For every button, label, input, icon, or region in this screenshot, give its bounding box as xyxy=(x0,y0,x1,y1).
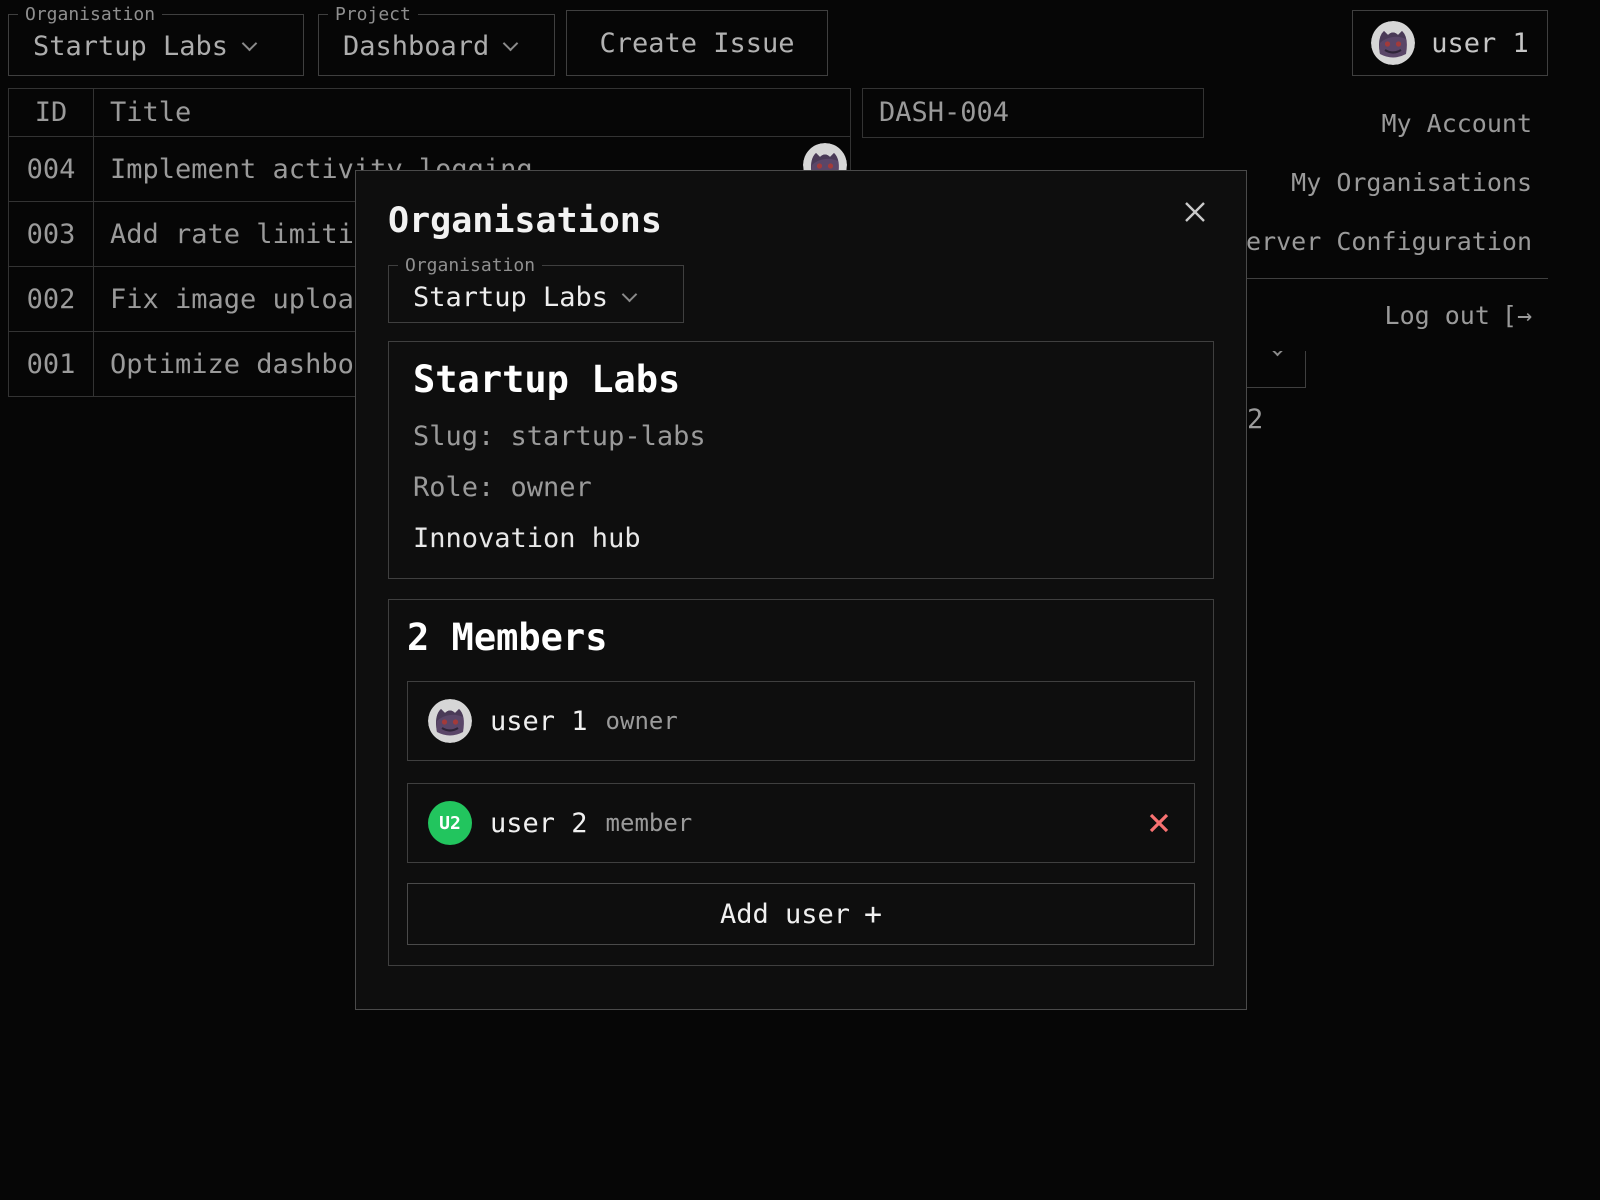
modal-org-select-label: Organisation xyxy=(398,255,542,276)
issue-id: 004 xyxy=(9,137,94,202)
remove-icon xyxy=(1144,808,1174,838)
members-heading: 2 Members xyxy=(407,616,1195,659)
organisation-slug: Slug: startup-labs xyxy=(413,421,1189,452)
project-select-label: Project xyxy=(328,4,418,25)
issue-id: 001 xyxy=(9,332,94,397)
organisation-name: Startup Labs xyxy=(413,358,1189,401)
menu-item-log-out[interactable]: Log out [→ xyxy=(1210,286,1548,345)
create-issue-button[interactable]: Create Issue xyxy=(566,10,828,76)
close-icon xyxy=(1180,197,1210,227)
chevron-down-icon xyxy=(622,287,638,303)
member-row: U2 user 2 member xyxy=(407,783,1195,863)
menu-item-my-account[interactable]: My Account xyxy=(1210,94,1548,153)
issues-header-title: Title xyxy=(94,89,851,137)
organisation-role: Role: owner xyxy=(413,472,1189,503)
plus-icon: + xyxy=(864,897,882,932)
remove-member-button[interactable] xyxy=(1144,808,1174,838)
members-section: 2 Members user 1 owner U2 user 2 member … xyxy=(388,599,1214,966)
issue-id: 002 xyxy=(9,267,94,332)
chevron-down-icon xyxy=(503,36,519,52)
modal-close-button[interactable] xyxy=(1180,197,1210,230)
member-role: member xyxy=(606,809,693,837)
project-select-value: Dashboard xyxy=(343,31,489,62)
issues-header-row: ID Title xyxy=(9,89,851,137)
member-name: user 1 xyxy=(490,706,588,737)
member-role: owner xyxy=(606,707,678,735)
user-menu-button[interactable]: user 1 xyxy=(1352,10,1548,76)
issue-id: 003 xyxy=(9,202,94,267)
user-dropdown-menu: My Account My Organisations Server Confi… xyxy=(1210,88,1548,351)
project-select[interactable]: Project Dashboard xyxy=(318,4,555,76)
org-select[interactable]: Organisation Startup Labs xyxy=(8,4,304,76)
organisations-modal: Organisations Organisation Startup Labs … xyxy=(355,170,1247,1010)
menu-item-server-configuration[interactable]: Server Configuration xyxy=(1210,212,1548,271)
issues-header-id: ID xyxy=(9,89,94,137)
issue-detail-header: DASH-004 xyxy=(862,88,1204,138)
chevron-down-icon xyxy=(242,36,258,52)
menu-item-my-organisations[interactable]: My Organisations xyxy=(1210,153,1548,212)
member-row: user 1 owner xyxy=(407,681,1195,761)
member-name: user 2 xyxy=(490,808,588,839)
modal-title: Organisations xyxy=(388,201,1214,241)
add-user-button[interactable]: Add user + xyxy=(407,883,1195,945)
organisation-card: Startup Labs Slug: startup-labs Role: ow… xyxy=(388,341,1214,579)
assignee-partial-text: 2 xyxy=(1247,404,1263,435)
user-avatar xyxy=(1371,21,1415,65)
modal-org-select[interactable]: Organisation Startup Labs xyxy=(388,255,684,323)
org-select-value: Startup Labs xyxy=(33,31,228,62)
menu-divider xyxy=(1210,278,1548,279)
organisation-description: Innovation hub xyxy=(413,523,1189,554)
user-menu-label: user 1 xyxy=(1431,28,1529,59)
logout-icon: [→ xyxy=(1502,301,1532,330)
org-select-label: Organisation xyxy=(18,4,162,25)
member-initials-avatar: U2 xyxy=(428,801,472,845)
modal-org-select-value: Startup Labs xyxy=(413,282,608,313)
member-avatar xyxy=(428,699,472,743)
